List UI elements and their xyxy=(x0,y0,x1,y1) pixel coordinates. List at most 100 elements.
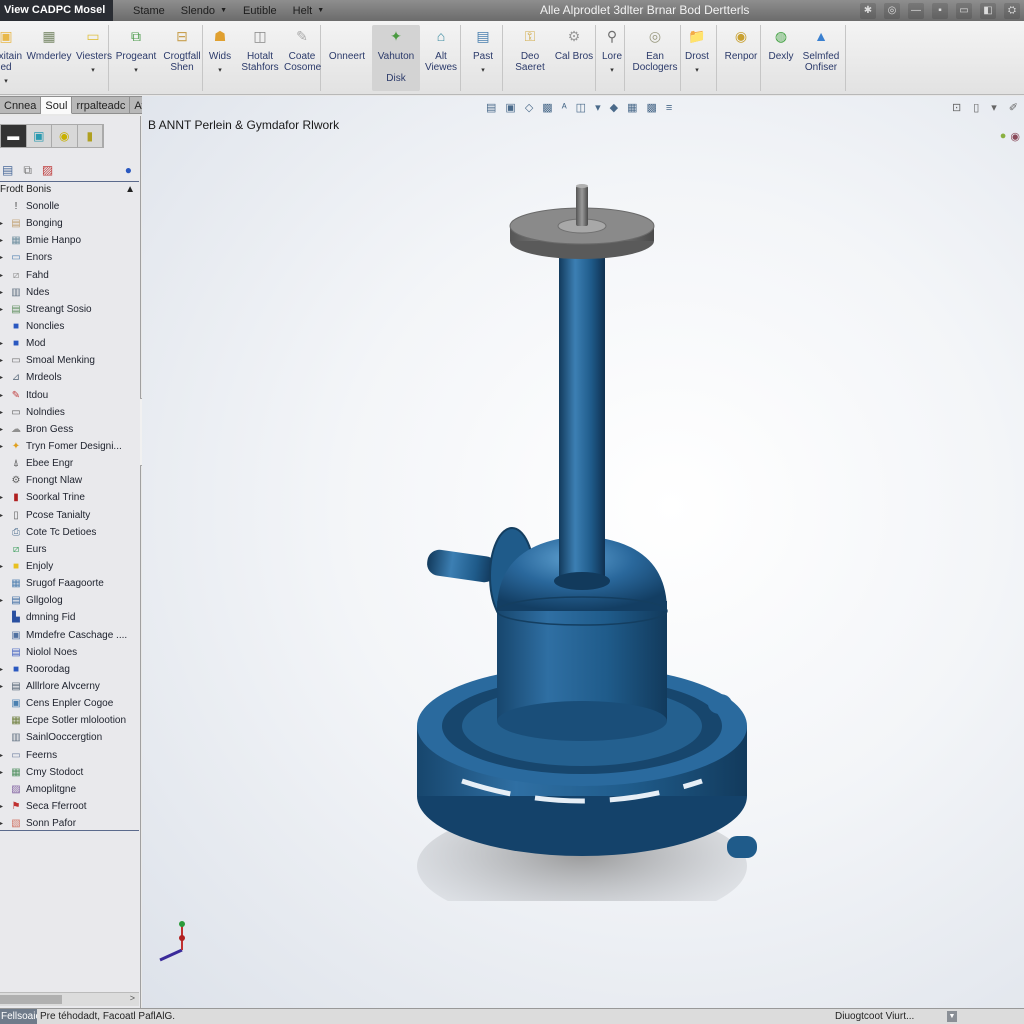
scroll-right-icon[interactable]: > xyxy=(130,993,135,1003)
ribbon-button[interactable]: Onneert xyxy=(328,25,366,62)
tree-item[interactable]: ▦ Srugof Faagoorte xyxy=(0,575,139,592)
ribbon-button[interactable]: ▲ Selmfed Onfiser xyxy=(800,25,842,74)
tree-item[interactable]: ▥ SainlOoccergtion xyxy=(0,729,139,746)
scene-icon[interactable]: ▦ xyxy=(627,101,637,114)
menu-item[interactable]: Slendo ▼ xyxy=(181,5,227,17)
tree-tab-icon[interactable]: ▬ xyxy=(1,125,27,147)
ribbon-button[interactable]: ✎ Coate Cosome xyxy=(284,25,321,74)
tree-item[interactable]: ⧄ Eurs xyxy=(0,541,139,558)
tree-item[interactable]: ▣ Mmdefre Caschage .... xyxy=(0,627,139,644)
tile-icon[interactable]: ▯ xyxy=(973,101,979,114)
tree-item[interactable]: ⍋ Ebee Engr xyxy=(0,455,139,472)
tree-item[interactable]: ▸ ▭ Nolndies xyxy=(0,404,139,421)
graphics-viewport[interactable]: B ANNT Perlein & Gymdafor Rlwork ▤ ▣ ◇ ▩ ᴬ ◫ ▾… xyxy=(142,96,1024,1008)
ribbon-button[interactable]: ⌂ Alt Viewes xyxy=(424,25,458,74)
tree-item[interactable]: ▸ ▮ Soorkal Trine xyxy=(0,489,139,506)
ribbon-button[interactable]: ⧉ Progeant ▾ xyxy=(114,25,158,76)
tree-item[interactable]: ▸ ▭ Feerns xyxy=(0,747,139,764)
expand-arrow-icon[interactable]: ▸ xyxy=(0,769,6,776)
scrollbar-thumb[interactable] xyxy=(0,995,62,1004)
pin-icon[interactable]: ▪ xyxy=(932,2,948,19)
menu-item[interactable]: Helt ▼ xyxy=(293,5,325,17)
tree-item[interactable]: ▸ ✎ Itdou xyxy=(0,387,139,404)
ribbon-button[interactable]: ☗ Wids ▾ xyxy=(206,25,234,76)
tree-item[interactable]: ⎙ Cote Tc Detioes xyxy=(0,524,139,541)
expand-arrow-icon[interactable]: ▸ xyxy=(0,289,6,296)
menu-item[interactable]: Stame xyxy=(133,5,165,17)
expand-arrow-icon[interactable]: ▸ xyxy=(0,426,6,433)
filter-icon[interactable]: ▤ xyxy=(2,163,13,177)
maximize-icon[interactable]: ◧ xyxy=(980,2,996,19)
expand-arrow-icon[interactable]: ▸ xyxy=(0,563,6,570)
ribbon-button[interactable]: ⊟ Crogtfall Shen xyxy=(162,25,202,74)
realview-icon[interactable]: ● xyxy=(1000,130,1007,143)
tree-item[interactable]: ▤ Niolol Noes xyxy=(0,644,139,661)
expand-arrow-icon[interactable]: ▸ xyxy=(0,683,6,690)
ribbon-button[interactable]: ✦ Vahuton Disk xyxy=(372,25,420,91)
ribbon-button[interactable]: ◉ Renpor xyxy=(722,25,760,63)
tree-item[interactable]: ▸ ▯ Pcose Tanialty xyxy=(0,507,139,524)
display-style-icon[interactable]: ▩ xyxy=(542,101,552,114)
tree-item[interactable]: ▸ ▤ Gllgolog xyxy=(0,592,139,609)
expand-arrow-icon[interactable]: ▸ xyxy=(0,597,6,604)
tree-item[interactable]: ▸ ⧄ Fahd xyxy=(0,267,139,284)
tree-item[interactable]: ▸ ⚑ Seca Fferroot xyxy=(0,798,139,815)
display-tab-icon[interactable]: ▮ xyxy=(78,125,103,147)
tree-item[interactable]: ▸ ⊿ Mrdeols xyxy=(0,369,139,386)
tree-item[interactable]: ▸ ■ Mod xyxy=(0,335,139,352)
tree-item[interactable]: ▨ Amoplitgne xyxy=(0,781,139,798)
tree-item[interactable]: ▸ ■ Enjoly xyxy=(0,558,139,575)
expand-arrow-icon[interactable]: ▸ xyxy=(0,272,6,279)
minimize-icon[interactable]: — xyxy=(908,2,924,19)
render-icon[interactable]: ▩ xyxy=(646,101,656,114)
appearance-ball-icon[interactable]: ◉ xyxy=(1010,130,1020,143)
expand-arrow-icon[interactable]: ▸ xyxy=(0,254,6,261)
annotation-icon[interactable]: ᴬ xyxy=(562,102,567,114)
status-dropdown-button[interactable]: ▼ xyxy=(947,1011,957,1022)
tree-item[interactable]: ▸ ▦ Cmy Stodoct xyxy=(0,764,139,781)
expand-arrow-icon[interactable]: ▸ xyxy=(0,392,6,399)
search-icon[interactable]: ◎ xyxy=(884,2,900,19)
restore-icon[interactable]: ▭ xyxy=(956,2,972,19)
ribbon-button[interactable]: ▦ Wmderley xyxy=(24,25,74,63)
user-icon[interactable]: ⛭ xyxy=(1004,2,1020,19)
ribbon-button[interactable]: ⚲ Lore ▾ xyxy=(600,25,624,76)
scroll-up-icon[interactable]: ▲ xyxy=(125,182,135,198)
chevron-down-icon[interactable]: ▾ xyxy=(991,101,997,114)
expand-arrow-icon[interactable]: ▸ xyxy=(0,237,6,244)
tree-item[interactable]: ▸ ▤ Streangt Sosio xyxy=(0,301,139,318)
chevron-down-icon[interactable]: ▾ xyxy=(595,101,601,114)
tab[interactable]: rrpalteadc xyxy=(72,96,131,114)
expand-arrow-icon[interactable]: ▸ xyxy=(0,306,6,313)
tree-item[interactable]: ▸ ▥ Ndes xyxy=(0,284,139,301)
ribbon-button[interactable]: ▤ Past ▾ xyxy=(470,25,496,76)
ribbon-button[interactable]: ◫ Hotalt Stahfors xyxy=(240,25,280,74)
palette-icon[interactable]: ▨ xyxy=(42,163,53,177)
ribbon-button[interactable]: ⚙ Cal Bros xyxy=(554,25,594,63)
section-icon[interactable]: ▣ xyxy=(505,101,515,114)
orient-icon[interactable]: ◇ xyxy=(525,101,533,114)
tree-item[interactable]: ▸ ▤ Bonging xyxy=(0,215,139,232)
expand-arrow-icon[interactable]: ▸ xyxy=(0,443,6,450)
tree-item[interactable]: ▸ ▤ Alllrlore Alvcerny xyxy=(0,678,139,695)
property-tab-icon[interactable]: ▣ xyxy=(27,125,52,147)
ribbon-button[interactable]: ▭ Viesters ▾ xyxy=(76,25,112,76)
expand-arrow-icon[interactable]: ▸ xyxy=(0,357,6,364)
expand-arrow-icon[interactable]: ▸ xyxy=(0,512,6,519)
3d-model[interactable] xyxy=(402,181,762,901)
expand-arrow-icon[interactable]: ▸ xyxy=(0,666,6,673)
ribbon-button[interactable]: ◍ Dexly xyxy=(764,25,798,63)
help-icon[interactable]: ✱ xyxy=(860,2,876,19)
expand-arrow-icon[interactable]: ▸ xyxy=(0,820,6,827)
appearance-icon[interactable]: ◆ xyxy=(610,101,618,114)
tab[interactable]: Soul xyxy=(41,96,73,114)
tab[interactable]: Cnnea xyxy=(0,96,42,114)
ribbon-button[interactable]: 📁 Drost ▾ xyxy=(683,25,711,76)
expand-arrow-icon[interactable]: ▸ xyxy=(0,374,6,381)
tree-root[interactable]: Frodt Bonis ▲ xyxy=(0,182,139,198)
copy-icon[interactable]: ⧉ xyxy=(23,163,32,178)
tree-item[interactable]: ▸ ▭ Smoal Menking xyxy=(0,352,139,369)
hide-show-icon[interactable]: ◫ xyxy=(576,101,586,114)
tree-item[interactable]: ▣ Cens Enpler Cogoe xyxy=(0,695,139,712)
ribbon-button[interactable]: ⚿ Deo Saeret xyxy=(512,25,548,74)
